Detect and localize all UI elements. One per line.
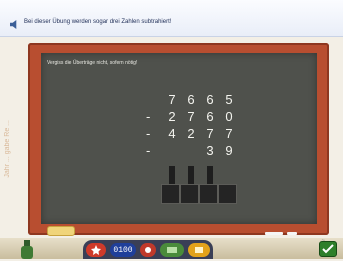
book-button[interactable] bbox=[188, 243, 210, 257]
check-icon bbox=[322, 244, 334, 254]
star-icon bbox=[91, 245, 101, 255]
digit-cell: 7 bbox=[168, 92, 176, 107]
counter-display: 0100 bbox=[110, 243, 136, 257]
digit-cell: 6 bbox=[187, 92, 195, 107]
carry-input[interactable] bbox=[207, 166, 213, 185]
ok-button[interactable] bbox=[319, 241, 337, 257]
digit-cell: 6 bbox=[206, 109, 214, 124]
bottle-icon[interactable] bbox=[20, 240, 34, 259]
answer-input[interactable] bbox=[218, 184, 237, 204]
digit-cell: 0 bbox=[225, 109, 233, 124]
digit-cell: 6 bbox=[206, 92, 214, 107]
answer-input[interactable] bbox=[180, 184, 199, 204]
side-handwriting: Jahr ... gabe Re ... bbox=[4, 120, 11, 178]
digit-cell: 3 bbox=[206, 143, 214, 158]
digit-cell: 9 bbox=[225, 143, 233, 158]
carry-input[interactable] bbox=[188, 166, 194, 185]
chalk bbox=[265, 232, 283, 235]
digit-cell: 5 bbox=[225, 92, 233, 107]
calculator-icon bbox=[167, 247, 177, 253]
instruction-text: Bei dieser Übung werden sogar drei Zahle… bbox=[24, 19, 172, 25]
sponge[interactable] bbox=[47, 226, 75, 236]
operator: - bbox=[146, 143, 151, 158]
digit-cell: 7 bbox=[225, 126, 233, 141]
digit-cell: 7 bbox=[206, 126, 214, 141]
digit-cell: 4 bbox=[168, 126, 176, 141]
answer-input[interactable] bbox=[161, 184, 180, 204]
operator: - bbox=[146, 126, 151, 141]
help-icon bbox=[145, 247, 151, 253]
operator: - bbox=[146, 109, 151, 124]
digit-cell: 7 bbox=[187, 109, 195, 124]
book-icon bbox=[195, 247, 203, 253]
digit-cell: 2 bbox=[187, 126, 195, 141]
star-button[interactable] bbox=[86, 243, 106, 257]
digit-cell: 2 bbox=[168, 109, 176, 124]
carry-input[interactable] bbox=[169, 166, 175, 185]
instruction-bar: Bei dieser Übung werden sogar drei Zahle… bbox=[0, 0, 343, 37]
green-tool-button[interactable] bbox=[160, 243, 184, 257]
help-button[interactable] bbox=[140, 243, 156, 257]
speaker-icon[interactable] bbox=[10, 20, 19, 29]
answer-input[interactable] bbox=[199, 184, 218, 204]
board-hint: Vergiss die Überträge nicht, sofern nöti… bbox=[47, 60, 138, 66]
chalk bbox=[287, 232, 297, 235]
